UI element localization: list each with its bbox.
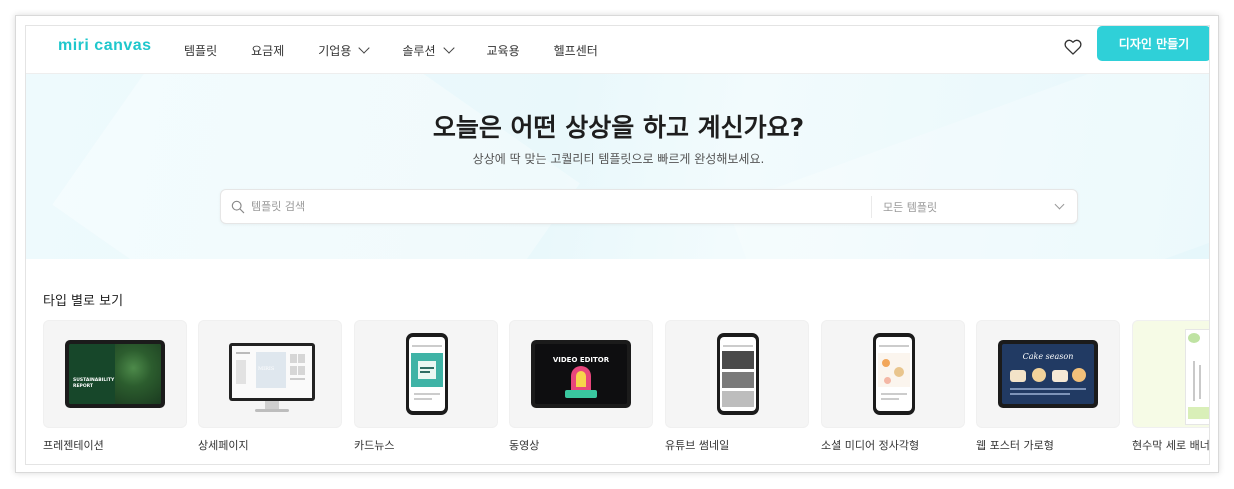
chevron-down-icon [1054,199,1065,210]
nav-label: 요금제 [251,43,285,58]
nav-item-templates[interactable]: 템플릿 [184,42,217,59]
type-card-list: SUSTAINABILITY REPORT 프레젠테이션 MIRIS 상세페이지… [43,320,1210,460]
chevron-down-icon [358,41,371,54]
monitor-stand [265,401,279,409]
card-thumbnail [665,320,809,428]
logo[interactable]: miri canvas [58,37,152,55]
card-thumbnail [1132,320,1209,428]
hero-banner: 오늘은 어떤 상상을 하고 계신가요? 상상에 딱 맞는 고퀄리티 템플릿으로 … [26,74,1209,259]
tablet-mockup: Cake season [998,340,1098,408]
card-label: 카드뉴스 [354,439,395,452]
search-icon [231,200,245,214]
type-card-web-poster-landscape[interactable]: Cake season 웹 포스터 가로형 [976,320,1120,453]
nav-item-business[interactable]: 기업용 [318,41,371,59]
chevron-down-icon [442,41,455,54]
phone-mockup [873,333,915,415]
card-label: 유튜브 썸네일 [665,439,730,452]
section-title: 타입 별로 보기 [43,294,124,309]
nav-label: 기업용 [318,43,352,58]
tablet-mockup: SUSTAINABILITY REPORT [65,340,165,408]
type-card-card-news[interactable]: 카드뉴스 [354,320,498,453]
create-design-button[interactable]: 디자인 만들기 [1097,26,1209,61]
heart-icon[interactable] [1063,37,1083,57]
hero-title: 오늘은 어떤 상상을 하고 계신가요? [432,113,805,142]
card-label: 상세페이지 [198,439,249,452]
phone-mockup [717,333,759,415]
thumb-caption: MIRIS [258,366,275,372]
template-search-bar: 모든 템플릿 [220,189,1078,224]
search-divider [871,196,872,218]
card-label: 프레젠테이션 [43,439,104,452]
nav-label: 솔루션 [402,43,436,58]
card-label: 소셜 미디어 정사각형 [821,439,920,452]
phone-mockup [406,333,448,415]
card-thumbnail: MIRIS [198,320,342,428]
card-label: 동영상 [509,439,540,452]
card-thumbnail: VIDEO EDITOR [509,320,653,428]
card-label: 현수막 세로 배너 [1132,439,1210,452]
nav-label: 템플릿 [184,43,218,58]
card-thumbnail [354,320,498,428]
thumb-caption: SUSTAINABILITY REPORT [73,378,115,389]
main-nav: 템플릿 요금제 기업용 솔루션 교육용 헬프센터 [184,26,632,74]
card-thumbnail: Cake season [976,320,1120,428]
template-category-select[interactable]: 모든 템플릿 [883,190,1077,223]
card-thumbnail [821,320,965,428]
tablet-mockup: VIDEO EDITOR [531,340,631,408]
page-viewport: miri canvas 템플릿 요금제 기업용 솔루션 교육용 헬프센터 디자인… [25,25,1210,465]
card-label: 웹 포스터 가로형 [976,439,1054,452]
browser-frame: miri canvas 템플릿 요금제 기업용 솔루션 교육용 헬프센터 디자인… [15,15,1219,473]
nav-label: 헬프센터 [553,43,598,58]
search-input[interactable] [251,190,861,223]
type-card-social-square[interactable]: 소셜 미디어 정사각형 [821,320,965,453]
type-card-video[interactable]: VIDEO EDITOR 동영상 [509,320,653,453]
type-card-presentation[interactable]: SUSTAINABILITY REPORT 프레젠테이션 [43,320,187,453]
type-card-youtube-thumbnail[interactable]: 유튜브 썸네일 [665,320,809,453]
thumb-caption: Cake season [1022,352,1074,361]
hero-subtitle: 상상에 딱 맞는 고퀄리티 템플릿으로 빠르게 완성해보세요. [472,152,765,166]
card-thumbnail: SUSTAINABILITY REPORT [43,320,187,428]
nav-item-solutions[interactable]: 솔루션 [402,41,455,59]
nav-item-help-center[interactable]: 헬프센터 [554,42,598,59]
monitor-base [255,409,289,412]
top-header: miri canvas 템플릿 요금제 기업용 솔루션 교육용 헬프센터 디자인… [26,26,1209,74]
nav-item-education[interactable]: 교육용 [487,42,520,59]
type-card-vertical-banner[interactable]: 현수막 세로 배너 [1132,320,1210,453]
select-value: 모든 템플릿 [883,200,938,214]
monitor-mockup: MIRIS [229,343,315,401]
thumb-caption: VIDEO EDITOR [552,356,610,364]
nav-item-pricing[interactable]: 요금제 [251,42,284,59]
nav-label: 교육용 [486,43,520,58]
type-card-detail-page[interactable]: MIRIS 상세페이지 [198,320,342,453]
